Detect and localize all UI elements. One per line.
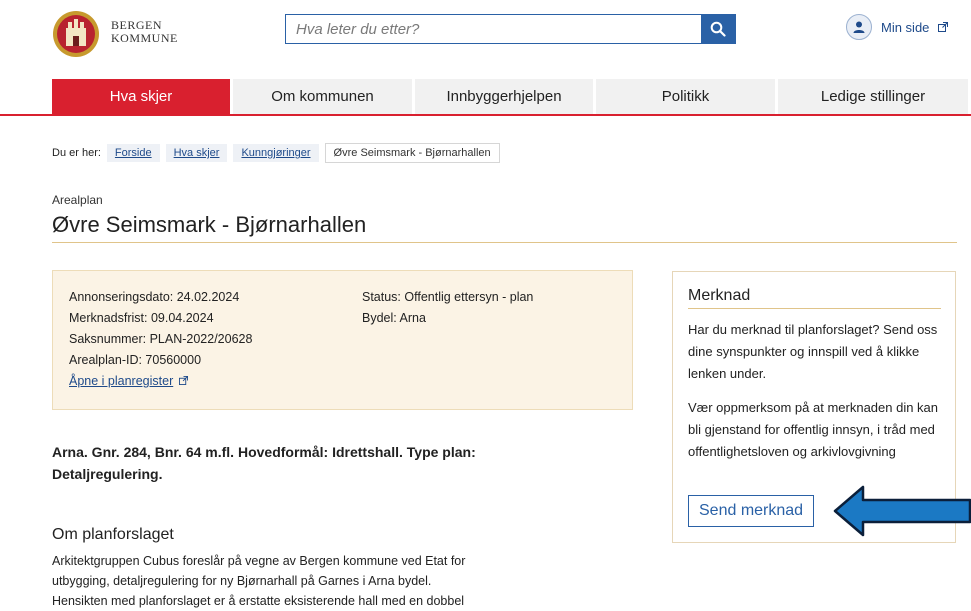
status: Status: Offentlig ettersyn - plan: [362, 290, 534, 304]
search-icon: [710, 21, 726, 37]
body-line: utbygging, detaljregulering for ny Bjørn…: [52, 574, 432, 588]
brand-line-2: KOMMUNE: [111, 31, 178, 45]
info-left-column: Annonseringsdato: 24.02.2024 Merknadsfri…: [69, 287, 252, 392]
merknad-text-2: Vær oppmerksom på at merknaden din kan b…: [688, 400, 939, 459]
min-side-link[interactable]: Min side: [846, 14, 949, 40]
left-arrow-icon: [833, 485, 971, 537]
user-icon: [846, 14, 872, 40]
section-heading: Om planforslaget: [52, 526, 174, 543]
merknadsfrist: Merknadsfrist: 09.04.2024: [69, 311, 214, 325]
main-nav: Hva skjer Om kommunen Innbyggerhjelpen P…: [52, 79, 971, 114]
annonseringsdato: Annonseringsdato: 24.02.2024: [69, 290, 240, 304]
breadcrumb-forside[interactable]: Forside: [106, 144, 160, 162]
body-line: Hensikten med planforslaget er å erstatt…: [52, 594, 465, 608]
page-category: Arealplan: [52, 193, 103, 207]
breadcrumb-hva-skjer[interactable]: Hva skjer: [165, 144, 228, 162]
tab-politikk[interactable]: Politikk: [596, 79, 775, 114]
bydel: Bydel: Arna: [362, 311, 426, 325]
breadcrumb-prefix: Du er her:: [52, 147, 101, 159]
search-bar: [285, 14, 736, 44]
body-line: Arkitektgruppen Cubus foreslår på vegne …: [52, 554, 466, 568]
merknad-divider: [688, 308, 941, 309]
bergen-kommune-logo[interactable]: [52, 10, 100, 58]
info-right-column: Status: Offentlig ettersyn - plan Bydel:…: [362, 287, 533, 329]
tab-hva-skjer[interactable]: Hva skjer: [52, 79, 230, 114]
section-body: Arkitektgruppen Cubus foreslår på vegne …: [52, 551, 522, 611]
nav-divider: [0, 114, 971, 116]
tab-innbyggerhjelpen[interactable]: Innbyggerhjelpen: [415, 79, 593, 114]
tab-om-kommunen[interactable]: Om kommunen: [233, 79, 412, 114]
title-divider: [52, 242, 957, 243]
page-title: Øvre Seimsmark - Bjørnarhallen: [52, 212, 367, 237]
min-side-label: Min side: [881, 19, 930, 35]
arealplan-id: Arealplan-ID: 70560000: [69, 353, 202, 367]
send-merknad-button[interactable]: Send merknad: [688, 495, 815, 527]
merknad-title: Merknad: [688, 287, 751, 304]
planregister-link[interactable]: Åpne i planregister: [69, 374, 173, 388]
breadcrumb: Du er her: Forside Hva skjer Kunngjøring…: [52, 143, 500, 163]
external-link-icon: [938, 22, 949, 32]
tab-ledige-stillinger[interactable]: Ledige stillinger: [778, 79, 968, 114]
external-link-icon: [178, 376, 188, 385]
plan-summary: Arna. Gnr. 284, Bnr. 64 m.fl. Hovedformå…: [52, 444, 476, 482]
search-button[interactable]: [701, 15, 735, 43]
breadcrumb-current: Øvre Seimsmark - Bjørnarhallen: [324, 143, 500, 163]
info-box: Annonseringsdato: 24.02.2024 Merknadsfri…: [52, 270, 633, 410]
breadcrumb-kunngjoringer[interactable]: Kunngjøringer: [233, 144, 319, 162]
saksnummer: Saksnummer: PLAN-2022/20628: [69, 332, 253, 346]
search-input[interactable]: [286, 15, 701, 43]
merknad-text-1: Har du merknad til planforslaget? Send o…: [688, 322, 938, 381]
brand-name: BERGEN KOMMUNE: [111, 19, 178, 45]
